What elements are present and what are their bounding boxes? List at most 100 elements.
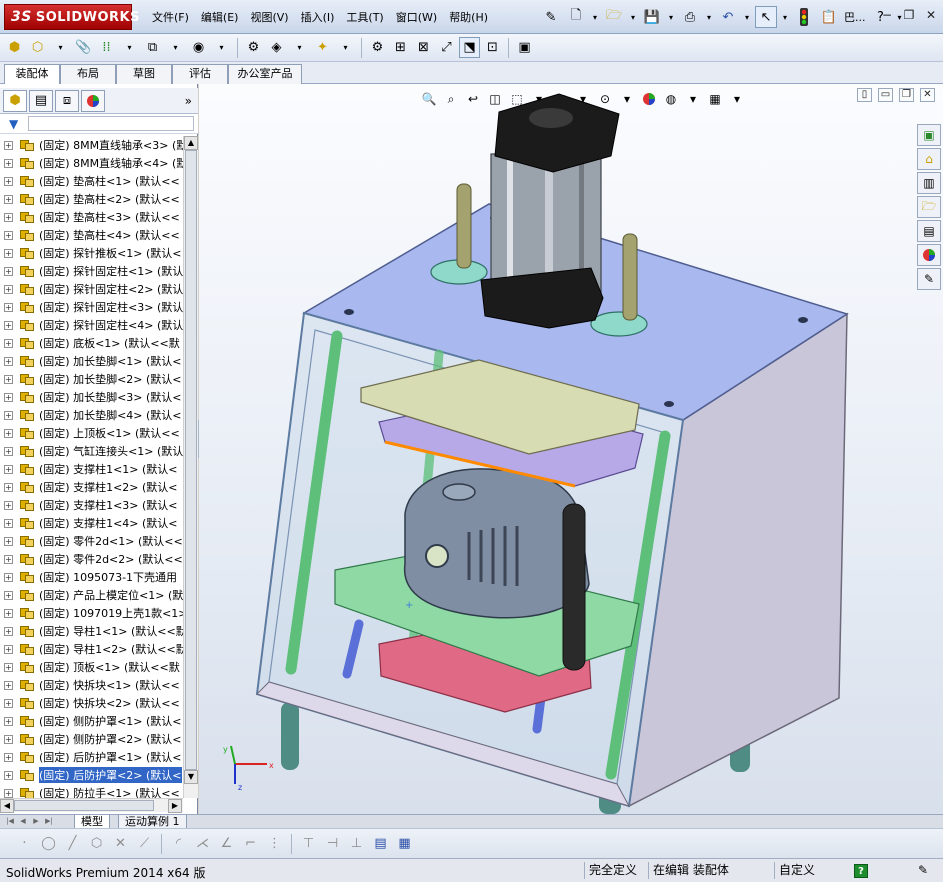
expand-plus-icon[interactable]: +	[4, 608, 13, 618]
smart-dimension-icon[interactable]: ⋮	[264, 833, 285, 854]
resize-grip-icon[interactable]: ✎	[914, 862, 940, 879]
chamfer-icon[interactable]: ⋌	[192, 833, 213, 854]
table-icon[interactable]: ▤	[370, 833, 391, 854]
interference-detection-icon[interactable]: ⤢	[436, 37, 457, 58]
tree-item[interactable]: + (固定) 导柱1<1> (默认<<默	[0, 622, 183, 640]
expand-plus-icon[interactable]: +	[4, 194, 13, 204]
expand-plus-icon[interactable]: +	[4, 446, 13, 456]
trim-icon[interactable]: ✕	[110, 833, 131, 854]
tree-item[interactable]: + (固定) 导柱1<2> (默认<<默	[0, 640, 183, 658]
first-tab-icon[interactable]: |◀	[4, 816, 16, 827]
expand-plus-icon[interactable]: +	[4, 626, 13, 636]
scroll-up-icon[interactable]: ▲	[184, 136, 198, 150]
menu-edit[interactable]: 编辑(E)	[195, 9, 245, 27]
tree-item[interactable]: + (固定) 垫高柱<1> (默认<<	[0, 172, 183, 190]
circle-icon[interactable]: ◯	[38, 833, 59, 854]
tree-item[interactable]: + (固定) 后防护罩<2> (默认<	[0, 766, 183, 784]
move-component-icon[interactable]: ⧉	[142, 37, 163, 58]
instant3d-icon[interactable]: ⬔	[459, 37, 480, 58]
expand-plus-icon[interactable]: +	[4, 644, 13, 654]
expand-plus-icon[interactable]: +	[4, 212, 13, 222]
expand-plus-icon[interactable]: +	[4, 536, 13, 546]
menu-window[interactable]: 窗口(W)	[390, 9, 443, 27]
options-icon[interactable]: 📋	[818, 6, 840, 28]
chevron-down-icon[interactable]: ▾	[780, 6, 790, 28]
print-icon[interactable]: ⎙	[679, 6, 701, 28]
scroll-right-icon[interactable]: ▶	[168, 799, 182, 813]
tab-sketch[interactable]: 草图	[116, 64, 172, 84]
expand-plus-icon[interactable]: +	[4, 500, 13, 510]
expand-plus-icon[interactable]: +	[4, 302, 13, 312]
filter-funnel-icon[interactable]: ▼	[9, 117, 18, 131]
tab-office-products[interactable]: 办公室产品	[228, 64, 302, 84]
feature-tree-tab-icon[interactable]: ⬢	[3, 89, 27, 112]
expand-plus-icon[interactable]: +	[4, 554, 13, 564]
tree-item[interactable]: + (固定) 加长垫脚<2> (默认<	[0, 370, 183, 388]
pin-icon[interactable]: ✎	[540, 6, 562, 28]
extend-icon[interactable]: ⟋	[134, 833, 155, 854]
assembly-model-render[interactable]: +	[199, 84, 943, 814]
property-manager-tab-icon[interactable]: ▤	[29, 89, 53, 112]
solidworks-logo[interactable]: 3S SOLIDWORKS	[4, 4, 139, 30]
explode-line-sketch-icon[interactable]: ⊠	[413, 37, 434, 58]
toolbox-icon[interactable]: ▣	[514, 37, 535, 58]
menu-tools[interactable]: 工具(T)	[340, 9, 389, 27]
prev-tab-icon[interactable]: ◀	[17, 816, 29, 827]
tree-item[interactable]: + (固定) 垫高柱<3> (默认<<	[0, 208, 183, 226]
point-icon[interactable]: ·	[14, 833, 35, 854]
tab-layout[interactable]: 布局	[60, 64, 116, 84]
smart-dimension-icon[interactable]: ⊡	[482, 37, 503, 58]
expand-plus-icon[interactable]: +	[4, 590, 13, 600]
new-motion-study-icon[interactable]: ✦	[312, 37, 333, 58]
tree-item[interactable]: + (固定) 8MM直线轴承<3> (默	[0, 136, 183, 154]
minimize-icon[interactable]: −	[879, 8, 895, 24]
expand-plus-icon[interactable]: +	[4, 734, 13, 744]
tree-vertical-scrollbar[interactable]: ▲ ▼	[183, 136, 198, 798]
exploded-view-icon[interactable]: ⊞	[390, 37, 411, 58]
next-tab-icon[interactable]: ▶	[30, 816, 42, 827]
tree-item[interactable]: + (固定) 防拉手<1> (默认<<	[0, 784, 183, 798]
expand-plus-icon[interactable]: +	[4, 518, 13, 528]
ordinate-dimension-icon[interactable]: ⊥	[346, 833, 367, 854]
tree-item[interactable]: + (固定) 垫高柱<4> (默认<<	[0, 226, 183, 244]
expand-plus-icon[interactable]: +	[4, 464, 13, 474]
help-status-icon[interactable]: ?	[854, 864, 868, 878]
chevron-down-icon[interactable]: ▾	[628, 6, 638, 28]
open-folder-icon[interactable]: 🗁	[603, 6, 625, 28]
expand-plus-icon[interactable]: +	[4, 392, 13, 402]
expand-plus-icon[interactable]: +	[4, 374, 13, 384]
expand-plus-icon[interactable]: +	[4, 572, 13, 582]
reference-geometry-icon[interactable]: ◈	[266, 37, 287, 58]
scroll-thumb[interactable]	[14, 800, 154, 811]
expand-plus-icon[interactable]: +	[4, 158, 13, 168]
tree-item[interactable]: + (固定) 探针推板<1> (默认<	[0, 244, 183, 262]
tree-item[interactable]: + (固定) 支撑柱1<3> (默认<	[0, 496, 183, 514]
tree-item[interactable]: + (固定) 支撑柱1<1> (默认<	[0, 460, 183, 478]
expand-plus-icon[interactable]: +	[4, 356, 13, 366]
tree-item[interactable]: + (固定) 零件2d<2> (默认<<	[0, 550, 183, 568]
expand-plus-icon[interactable]: +	[4, 230, 13, 240]
tab-assembly[interactable]: 装配体	[4, 64, 60, 85]
tree-item[interactable]: + (固定) 支撑柱1<4> (默认<	[0, 514, 183, 532]
extra-label[interactable]: 巴...	[843, 6, 867, 28]
tree-item[interactable]: + (固定) 8MM直线轴承<4> (默	[0, 154, 183, 172]
new-document-icon[interactable]: 🗋	[565, 6, 587, 28]
close-icon[interactable]: ✕	[923, 8, 939, 24]
fillet-icon[interactable]: ◜	[168, 833, 189, 854]
insert-component-icon[interactable]: ⬢	[4, 37, 25, 58]
corner-rectangle-icon[interactable]: ⌐	[240, 833, 261, 854]
horizontal-dimension-icon[interactable]: ⊤	[298, 833, 319, 854]
expand-plus-icon[interactable]: +	[4, 482, 13, 492]
tree-item[interactable]: + (固定) 侧防护罩<1> (默认<	[0, 712, 183, 730]
expand-plus-icon[interactable]: +	[4, 698, 13, 708]
select-arrow-icon[interactable]: ↖	[755, 6, 777, 28]
tab-motion-study[interactable]: 运动算例 1	[118, 815, 187, 829]
tree-item[interactable]: + (固定) 垫高柱<2> (默认<<	[0, 190, 183, 208]
units-status[interactable]: 自定义	[774, 862, 844, 879]
chevron-down-icon[interactable]: ▾	[119, 37, 140, 58]
expand-plus-icon[interactable]: +	[4, 662, 13, 672]
tree-item[interactable]: + (固定) 1095073-1下壳通用	[0, 568, 183, 586]
expand-plus-icon[interactable]: +	[4, 176, 13, 186]
smart-fasteners-icon[interactable]: ⁞⁞	[96, 37, 117, 58]
chevron-down-icon[interactable]: ▾	[335, 37, 356, 58]
